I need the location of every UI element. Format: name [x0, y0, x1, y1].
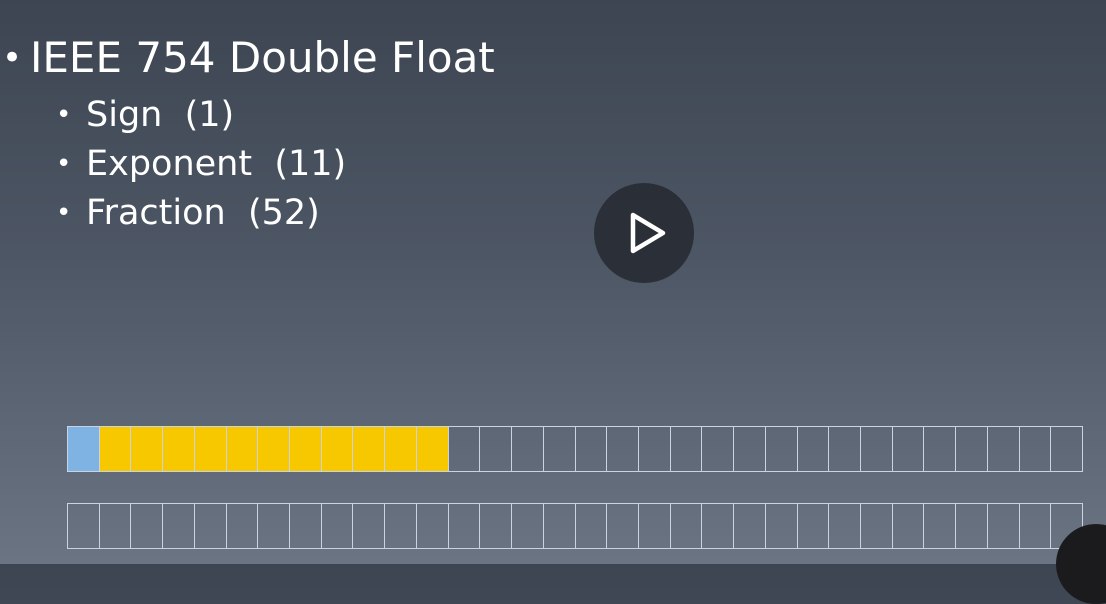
- bit-cell: [1050, 426, 1083, 472]
- exponent-bit-cell: [257, 426, 291, 472]
- bit-cell: [764, 426, 798, 472]
- list-bullet: •: [56, 148, 72, 179]
- slide-title: IEEE 754 Double Float: [30, 33, 495, 82]
- bit-cell: [511, 503, 544, 549]
- bit-cell: [67, 503, 100, 549]
- bit-cell: [289, 503, 322, 549]
- bullet-item-sign: • Sign (1): [56, 90, 346, 139]
- bit-cell: [891, 426, 925, 472]
- bullet-count: (52): [247, 192, 320, 233]
- video-frame: • IEEE 754 Double Float • Sign (1) • Exp…: [0, 0, 1106, 604]
- bullet-label: Exponent: [86, 143, 253, 184]
- exponent-bit-cell: [320, 426, 354, 472]
- bit-cell: [637, 503, 671, 549]
- bit-cell: [986, 426, 1020, 472]
- exponent-bit-cell: [289, 426, 322, 472]
- title-bullet: •: [2, 38, 23, 78]
- bullet-label: Sign: [86, 94, 163, 135]
- bit-cell: [447, 503, 481, 549]
- exponent-bit-cell: [415, 426, 449, 472]
- bit-cell: [796, 503, 830, 549]
- bit-cell: [859, 426, 893, 472]
- bit-cell: [891, 503, 925, 549]
- bit-cell: [98, 503, 132, 549]
- play-button[interactable]: [594, 183, 694, 283]
- bit-cell: [955, 426, 988, 472]
- bit-cell: [447, 426, 481, 472]
- bit-cell: [542, 503, 576, 549]
- bit-cell: [764, 503, 798, 549]
- bit-cell: [606, 426, 639, 472]
- bit-cell: [479, 503, 513, 549]
- bit-cell: [923, 503, 957, 549]
- bit-cell: [669, 503, 703, 549]
- list-bullet: •: [56, 197, 72, 228]
- bit-cell: [225, 503, 259, 549]
- bit-cell: [828, 426, 861, 472]
- sign-bit-cell: [67, 426, 100, 472]
- bit-cell: [637, 426, 671, 472]
- bit-cell: [511, 426, 544, 472]
- bit-cell: [415, 503, 449, 549]
- exponent-bit-cell: [352, 426, 386, 472]
- bit-cell: [669, 426, 703, 472]
- bit-cell: [859, 503, 893, 549]
- bit-cell: [320, 503, 354, 549]
- bit-cell: [1018, 503, 1052, 549]
- bit-row-top: [67, 426, 1083, 472]
- slide-title-row: • IEEE 754 Double Float: [0, 32, 495, 84]
- exponent-bit-cell: [384, 426, 417, 472]
- bit-cell: [1018, 426, 1052, 472]
- bit-cell: [257, 503, 291, 549]
- bit-cell: [574, 503, 608, 549]
- list-bullet: •: [56, 99, 72, 130]
- bullet-count: (11): [274, 143, 347, 184]
- bullet-list: • Sign (1) • Exponent (11) • Fraction (5…: [56, 90, 346, 237]
- bit-cell: [352, 503, 386, 549]
- exponent-bit-cell: [225, 426, 259, 472]
- exponent-bit-cell: [193, 426, 227, 472]
- bit-cell: [193, 503, 227, 549]
- bit-cell: [828, 503, 861, 549]
- bullet-item-exponent: • Exponent (11): [56, 139, 346, 188]
- exponent-bit-cell: [162, 426, 195, 472]
- bit-cell: [574, 426, 608, 472]
- play-icon: [630, 212, 666, 254]
- bullet-label: Fraction: [86, 192, 226, 233]
- bit-cell: [701, 426, 735, 472]
- bit-cell: [606, 503, 639, 549]
- bullet-count: (1): [184, 94, 235, 135]
- bit-cell: [923, 426, 957, 472]
- bit-row-bottom: [67, 503, 1083, 549]
- bit-cell: [384, 503, 417, 549]
- bit-cell: [796, 426, 830, 472]
- bit-cell: [733, 426, 766, 472]
- bit-cell: [986, 503, 1020, 549]
- bullet-item-fraction: • Fraction (52): [56, 188, 346, 237]
- bit-cell: [955, 503, 988, 549]
- bit-cell: [479, 426, 513, 472]
- bit-cell: [162, 503, 195, 549]
- bit-cell: [733, 503, 766, 549]
- bit-cell: [701, 503, 735, 549]
- bit-cell: [130, 503, 164, 549]
- exponent-bit-cell: [98, 426, 132, 472]
- exponent-bit-cell: [130, 426, 164, 472]
- bit-cell: [542, 426, 576, 472]
